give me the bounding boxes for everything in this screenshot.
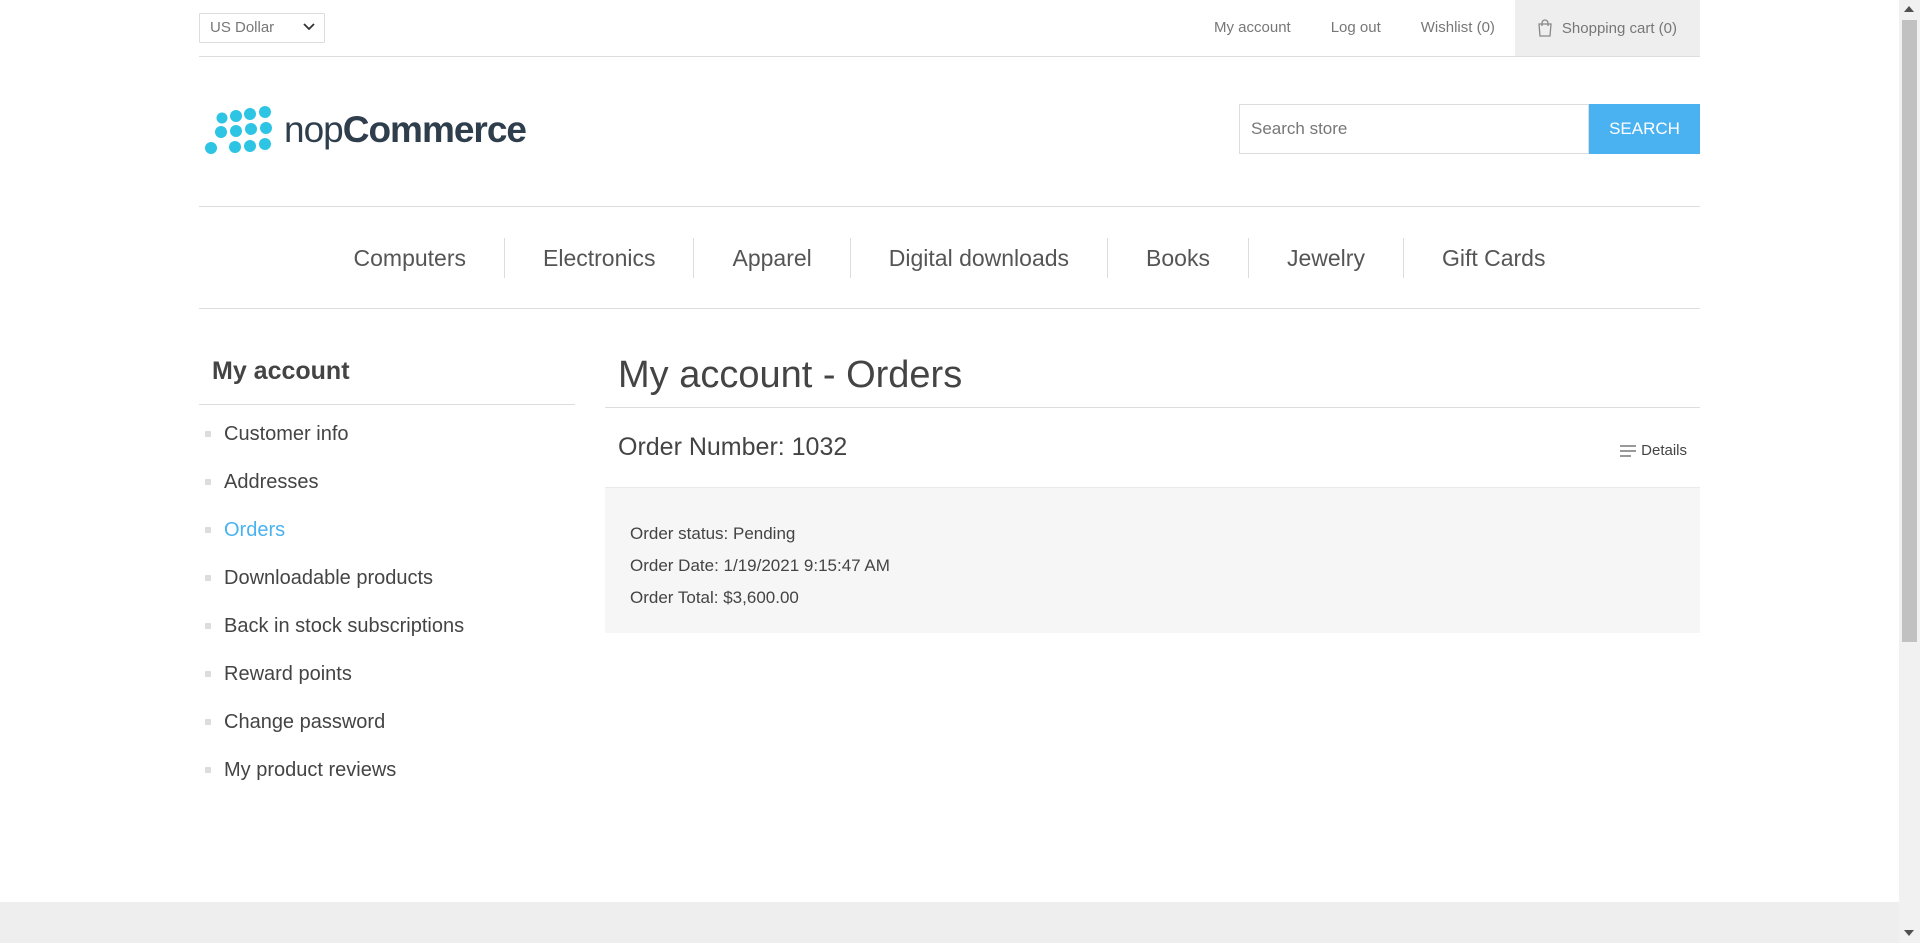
- header-main: nopCommerce Search: [199, 57, 1700, 206]
- order-details-button[interactable]: Details: [1620, 442, 1687, 459]
- footer: [0, 902, 1899, 943]
- order-summary: Order status: Pending Order Date: 1/19/2…: [605, 488, 1700, 633]
- chevron-down-icon: [303, 23, 315, 31]
- scroll-down-arrow-icon[interactable]: [1904, 930, 1914, 936]
- logo-text: nopCommerce: [284, 109, 527, 150]
- menu-item-digital-downloads[interactable]: Digital downloads: [849, 237, 1107, 278]
- sidebar-item-reward-points[interactable]: Reward points: [199, 657, 575, 705]
- currency-selector-value: US Dollar: [210, 19, 275, 36]
- sidebar-item-change-password[interactable]: Change password: [199, 705, 575, 753]
- menu-item-computers[interactable]: Computers: [316, 238, 504, 278]
- order-details-label: Details: [1641, 442, 1687, 459]
- logo[interactable]: nopCommerce: [203, 104, 527, 156]
- page: US Dollar My account Log out Wishlist (0…: [0, 0, 1899, 943]
- order-number: Order Number: 1032: [618, 433, 848, 461]
- shopping-cart-link[interactable]: Shopping cart (0): [1514, 0, 1700, 56]
- sidebar-nav: Customer info Addresses Orders Downloada…: [199, 405, 575, 801]
- logo-brand: Commerce: [342, 109, 527, 150]
- account-sidebar: My account Customer info Addresses Order…: [199, 352, 575, 801]
- my-account-link[interactable]: My account: [1214, 0, 1291, 56]
- shopping-bag-icon: [1538, 19, 1552, 37]
- search-box: Search: [1239, 104, 1700, 154]
- order-status: Order status: Pending: [630, 524, 796, 543]
- menu-item-apparel[interactable]: Apparel: [693, 237, 849, 278]
- order-header: Order Number: 1032 Details: [605, 408, 1700, 488]
- sidebar-item-downloadable-products[interactable]: Downloadable products: [199, 561, 575, 609]
- order-total: Order Total: $3,600.00: [630, 588, 799, 607]
- search-input[interactable]: [1239, 104, 1589, 154]
- menu-item-electronics[interactable]: Electronics: [504, 237, 693, 278]
- log-out-link[interactable]: Log out: [1331, 0, 1381, 56]
- order-date: Order Date: 1/19/2021 9:15:47 AM: [630, 556, 890, 575]
- page-scrollbar[interactable]: [1899, 0, 1920, 943]
- scrollbar-thumb[interactable]: [1902, 20, 1917, 642]
- currency-selector[interactable]: US Dollar: [199, 13, 325, 43]
- list-icon: [1620, 444, 1637, 457]
- menu-item-jewelry[interactable]: Jewelry: [1247, 237, 1403, 278]
- sidebar-item-my-product-reviews[interactable]: My product reviews: [199, 753, 575, 801]
- sidebar-item-addresses[interactable]: Addresses: [199, 465, 575, 513]
- header-links: My account Log out Wishlist (0) Shopping…: [1174, 0, 1700, 56]
- logo-prefix: nop: [284, 109, 344, 150]
- page-title: My account - Orders: [605, 352, 1700, 408]
- sidebar-title: My account: [199, 352, 575, 405]
- sidebar-item-customer-info[interactable]: Customer info: [199, 417, 575, 465]
- shopping-cart-label: Shopping cart (0): [1561, 19, 1677, 37]
- sidebar-item-back-in-stock-subscriptions[interactable]: Back in stock subscriptions: [199, 609, 575, 657]
- header-links-bar: US Dollar My account Log out Wishlist (0…: [199, 0, 1700, 57]
- top-menu: Computers Electronics Apparel Digital do…: [199, 206, 1700, 309]
- search-button[interactable]: Search: [1589, 104, 1700, 154]
- main-content: My account - Orders Order Number: 1032 D…: [605, 352, 1700, 633]
- menu-item-books[interactable]: Books: [1107, 237, 1248, 278]
- menu-item-gift-cards[interactable]: Gift Cards: [1402, 237, 1584, 278]
- logo-dots-icon: [205, 106, 272, 154]
- scroll-up-arrow-icon[interactable]: [1904, 6, 1914, 12]
- sidebar-item-orders[interactable]: Orders: [199, 513, 575, 561]
- wishlist-link[interactable]: Wishlist (0): [1421, 0, 1495, 56]
